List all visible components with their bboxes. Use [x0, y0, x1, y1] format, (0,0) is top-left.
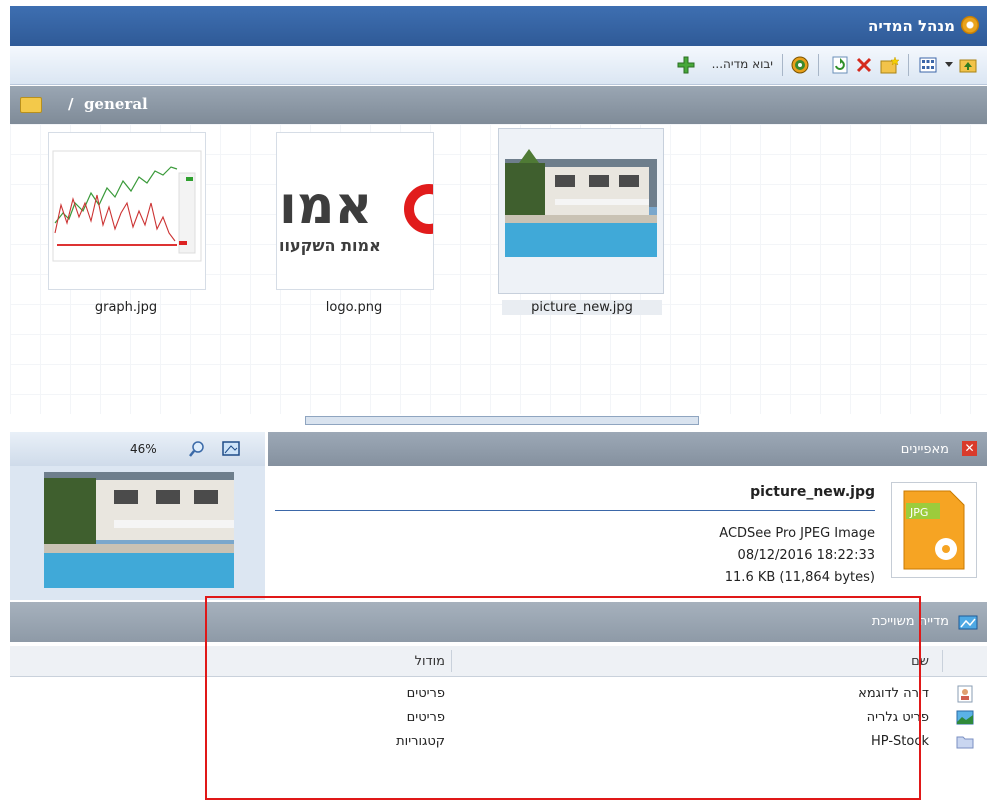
- breadcrumb-separator: /: [68, 95, 74, 113]
- breadcrumb: / general: [68, 95, 148, 113]
- up-folder-button[interactable]: [957, 54, 979, 76]
- thumbnail-picture-new[interactable]: [498, 128, 664, 294]
- graph-preview-image: [52, 150, 202, 262]
- file-type-icon-box: JPG: [891, 482, 977, 578]
- associated-media-icon: [958, 615, 978, 630]
- highlight-box: [205, 596, 921, 800]
- refresh-button[interactable]: [829, 54, 851, 76]
- image-icon: [956, 710, 974, 725]
- breadcrumb-folder[interactable]: general: [84, 95, 148, 113]
- properties-title: מאפיינים: [900, 442, 949, 457]
- house-pool-image: [505, 149, 657, 257]
- properties-header: מאפיינים ✕: [268, 432, 987, 466]
- preview-toolbar: 46%: [10, 432, 265, 467]
- close-icon[interactable]: ✕: [962, 441, 977, 456]
- horizontal-splitter[interactable]: [305, 416, 699, 425]
- settings-button[interactable]: [789, 54, 811, 76]
- toolbar: יבוא מדיה...: [10, 46, 987, 85]
- magnifier-icon: [189, 441, 204, 457]
- property-date: 08/12/2016 18:22:33: [737, 548, 875, 563]
- zoom-percentage: 46%: [130, 442, 157, 456]
- logo-large-text: אמו: [279, 176, 372, 236]
- file-name-picture-new[interactable]: picture_new.jpg: [502, 300, 662, 315]
- file-name-logo[interactable]: logo.png: [274, 300, 434, 315]
- color-wheel-icon: [791, 56, 809, 74]
- jpg-icon-label: JPG: [909, 506, 928, 519]
- document-person-icon: [957, 685, 973, 703]
- window-title: מנהל המדיה: [868, 17, 955, 35]
- property-size: 11.6 KB (11,864 bytes): [724, 570, 875, 585]
- toolbar-separator: [782, 54, 783, 76]
- folder-icon: [20, 97, 42, 113]
- column-divider: [942, 650, 943, 672]
- property-file-name: picture_new.jpg: [750, 484, 875, 500]
- file-name-graph[interactable]: graph.jpg: [46, 300, 206, 315]
- thumbnail-logo[interactable]: אמו אמות השקעוו: [276, 132, 454, 290]
- media-manager-icon: [961, 16, 979, 34]
- properties-pane: JPG picture_new.jpg ACDSee Pro JPEG Imag…: [268, 466, 987, 600]
- thumbnail-graph[interactable]: [48, 132, 206, 290]
- property-divider: [275, 510, 875, 511]
- path-bar: / general: [10, 86, 987, 124]
- view-mode-button[interactable]: [917, 54, 939, 76]
- media-grid: graph.jpg אמו אמות השקעוו logo.png pictu…: [10, 124, 987, 414]
- toolbar-separator: [908, 54, 909, 76]
- fit-screen-icon: [222, 441, 240, 456]
- delete-x-icon: [856, 57, 872, 73]
- import-media-label[interactable]: יבוא מדיה...: [712, 57, 773, 71]
- chevron-down-icon: [945, 62, 953, 67]
- preview-pane: [10, 466, 265, 600]
- new-folder-button[interactable]: [879, 54, 901, 76]
- view-dropdown-arrow[interactable]: [943, 54, 955, 76]
- import-media-button[interactable]: [675, 54, 697, 76]
- left-margin: [0, 0, 10, 800]
- logo-small-text: אמות השקעוו: [279, 236, 381, 255]
- grid-view-icon: [919, 57, 937, 73]
- folder-icon: [956, 736, 974, 749]
- folder-up-icon: [959, 59, 977, 73]
- refresh-icon: [832, 56, 848, 74]
- new-folder-icon: [880, 56, 900, 74]
- property-file-type: ACDSee Pro JPEG Image: [719, 526, 875, 541]
- zoom-button[interactable]: [186, 438, 208, 460]
- window-title-bar: מנהל המדיה: [10, 6, 987, 46]
- toolbar-separator: [818, 54, 819, 76]
- fit-window-button[interactable]: [220, 438, 242, 460]
- logo-preview-image: אמו אמות השקעוו: [277, 133, 454, 289]
- preview-image: [44, 472, 234, 588]
- delete-button[interactable]: [853, 54, 875, 76]
- jpg-file-icon: JPG: [903, 490, 965, 570]
- plus-icon: [677, 56, 695, 74]
